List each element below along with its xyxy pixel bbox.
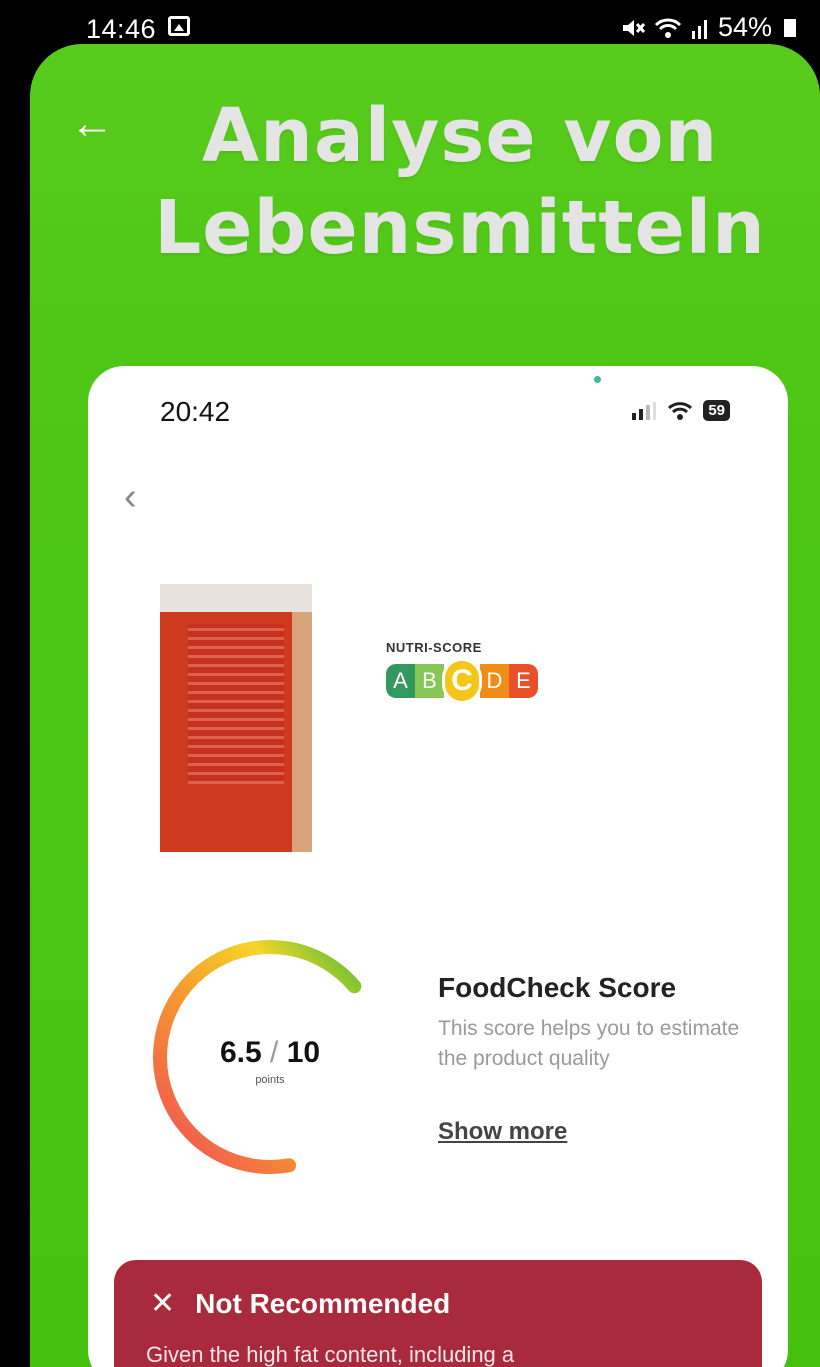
- inner-battery-icon: 59: [703, 400, 730, 421]
- camera-indicator-dot: [594, 376, 601, 383]
- status-icons: 54%: [620, 12, 796, 43]
- chevron-left-icon[interactable]: ‹: [124, 476, 137, 519]
- recommendation-alert: ✕ Not Recommended Given the high fat con…: [114, 1260, 762, 1367]
- image-notification-icon: [168, 16, 190, 36]
- inner-status-icons: 59: [631, 400, 730, 421]
- alert-title: Not Recommended: [195, 1287, 451, 1319]
- nutri-score-scale: ABCDE: [386, 658, 538, 704]
- wifi-icon: [654, 18, 682, 38]
- page-title: Analyse von Lebensmitteln: [110, 90, 810, 274]
- inner-status-time: 20:42: [160, 396, 231, 427]
- foodcheck-score-value: 6.5 / 10: [148, 1036, 392, 1070]
- nutri-score-title: NUTRI-SCORE: [386, 640, 482, 655]
- score-value: 6.5: [219, 1036, 262, 1069]
- alert-header: ✕ Not Recommended: [150, 1286, 450, 1321]
- score-separator: /: [270, 1036, 279, 1069]
- close-x-icon: ✕: [150, 1287, 176, 1320]
- status-time: 14:46: [86, 14, 157, 44]
- status-bar: 14:46 54%: [0, 0, 820, 44]
- signal-icon: [691, 19, 707, 39]
- back-arrow-icon[interactable]: ←: [70, 102, 114, 146]
- product-photo: [160, 584, 312, 852]
- battery-percent: 54%: [717, 12, 772, 42]
- nutri-grade-e: E: [509, 664, 538, 698]
- score-max: 10: [286, 1036, 321, 1069]
- embedded-screenshot: 20:42 59 ‹ NUTRI-SCORE ABCDE 6.5 / 10 po…: [88, 366, 788, 1367]
- nutri-score-badge: NUTRI-SCORE ABCDE: [386, 640, 538, 704]
- alert-body: Given the high fat content, including a: [146, 1342, 515, 1367]
- show-more-link[interactable]: Show more: [438, 1118, 567, 1146]
- foodcheck-description: This score helps you to estimate the pro…: [438, 1017, 740, 1070]
- inner-wifi-icon: [668, 401, 693, 420]
- app-screen: ← Analyse von Lebensmitteln 20:42 59 ‹ N…: [30, 44, 820, 1367]
- foodcheck-title: FoodCheck Score: [438, 972, 677, 1003]
- nutri-grade-a: A: [386, 664, 415, 698]
- mute-icon: [622, 19, 646, 36]
- score-unit: points: [255, 1074, 285, 1086]
- nutri-grade-d: D: [480, 664, 509, 698]
- nutri-grade-c: C: [442, 658, 482, 704]
- page-title-line-1: Analyse von: [201, 93, 719, 179]
- inner-signal-icon: [632, 401, 657, 420]
- page-title-line-2: Lebensmitteln: [154, 185, 766, 271]
- nutri-grade-b: B: [415, 664, 444, 698]
- battery-icon: [784, 18, 796, 37]
